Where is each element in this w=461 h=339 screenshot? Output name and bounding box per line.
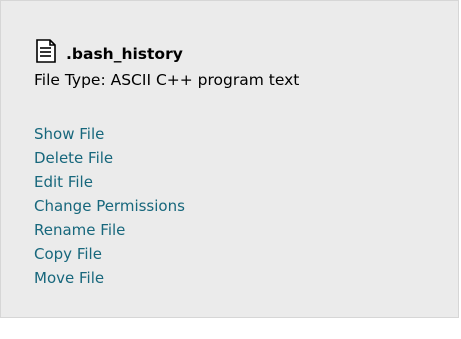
edit-file-link[interactable]: Edit File (34, 170, 185, 194)
file-header: .bash_history (34, 39, 183, 63)
move-file-link[interactable]: Move File (34, 266, 185, 290)
file-name: .bash_history (66, 45, 183, 63)
file-actions-list: Show File Delete File Edit File Change P… (34, 122, 185, 290)
delete-file-link[interactable]: Delete File (34, 146, 185, 170)
show-file-link[interactable]: Show File (34, 122, 185, 146)
copy-file-link[interactable]: Copy File (34, 242, 185, 266)
file-type-label: File Type: ASCII C++ program text (34, 71, 300, 89)
rename-file-link[interactable]: Rename File (34, 218, 185, 242)
file-info-panel: .bash_history File Type: ASCII C++ progr… (0, 0, 459, 318)
text-file-icon (36, 39, 56, 63)
change-permissions-link[interactable]: Change Permissions (34, 194, 185, 218)
